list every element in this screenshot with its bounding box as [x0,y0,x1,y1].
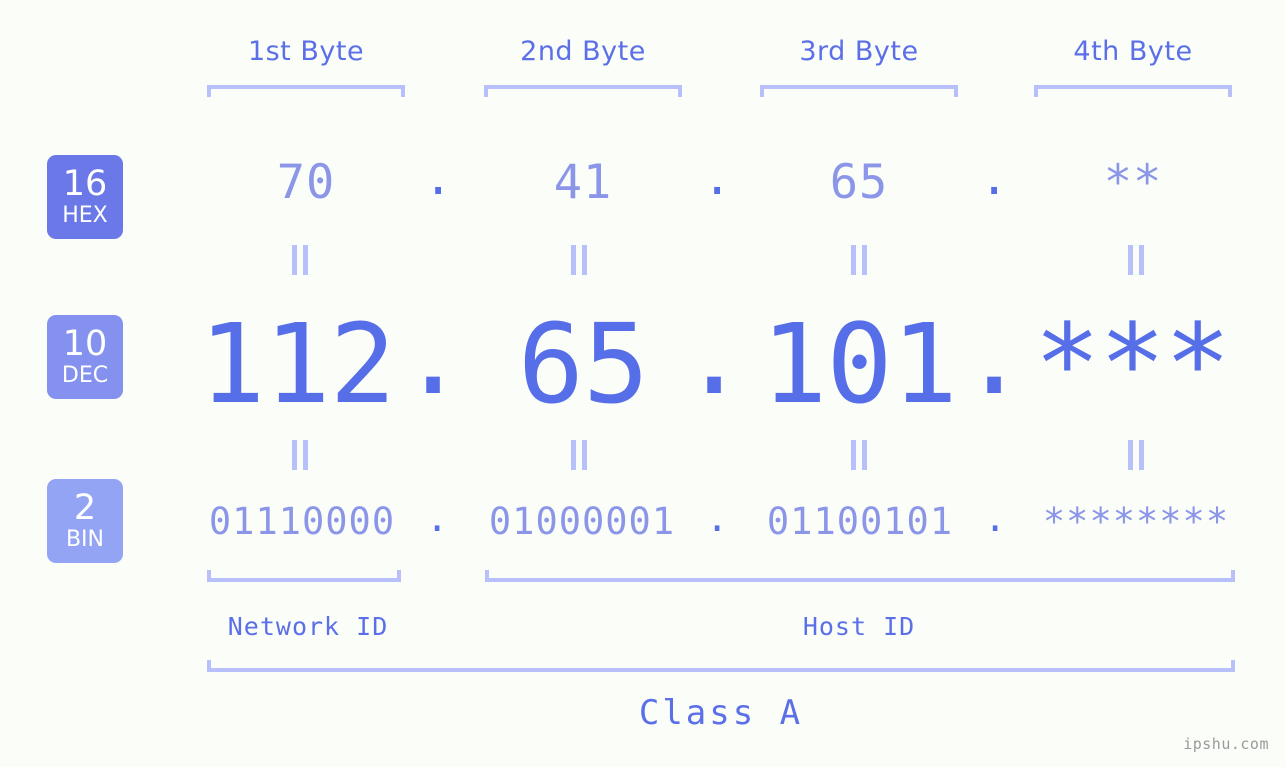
class-bracket [207,660,1235,672]
equals-dec-bin-4 [1128,440,1144,470]
dec-separator-2: . [681,291,748,419]
equals-hex-dec-4 [1128,245,1144,275]
hex-byte-4: ** [1103,155,1163,210]
dec-separator-3: . [961,291,1028,419]
bin-separator-1: . [426,497,449,540]
equals-hex-dec-1 [292,245,308,275]
base-badge-bin: 2 BIN [47,479,123,563]
bin-byte-3: 01100101 [766,500,954,543]
hex-byte-3: 65 [829,155,889,210]
host-id-label: Host ID [802,612,916,641]
byte-bracket-top-3 [760,85,958,97]
network-id-label: Network ID [227,612,389,641]
base-badge-hex-abbr: HEX [62,203,108,228]
bin-separator-3: . [984,497,1007,540]
dec-byte-4: *** [1034,300,1231,428]
base-badge-hex: 16 HEX [47,155,123,239]
dec-separator-1: . [400,291,467,419]
equals-dec-bin-2 [571,440,587,470]
base-badge-dec: 10 DEC [47,315,123,399]
base-badge-hex-number: 16 [62,164,108,204]
dec-byte-3: 101 [761,300,958,428]
hex-separator-2: . [703,151,732,206]
class-label: Class A [638,693,804,733]
equals-dec-bin-3 [851,440,867,470]
dec-byte-2: 65 [517,300,649,428]
watermark: ipshu.com [1183,735,1269,753]
byte-bracket-top-1 [207,85,405,97]
hex-byte-1: 70 [276,155,336,210]
base-badge-dec-number: 10 [62,324,108,364]
hex-byte-2: 41 [553,155,613,210]
byte-header-1: 1st Byte [247,36,365,67]
byte-bracket-top-4 [1034,85,1232,97]
base-badge-bin-number: 2 [73,488,97,528]
host-id-bracket [485,570,1235,582]
dec-byte-1: 112 [199,300,396,428]
byte-header-4: 4th Byte [1073,36,1193,67]
bin-byte-4: ******** [1042,500,1230,543]
equals-hex-dec-2 [571,245,587,275]
equals-hex-dec-3 [851,245,867,275]
bin-byte-2: 01000001 [488,500,676,543]
hex-separator-3: . [980,151,1009,206]
bin-separator-2: . [706,497,729,540]
equals-dec-bin-1 [292,440,308,470]
base-badge-bin-abbr: BIN [65,527,105,552]
hex-separator-1: . [424,151,453,206]
byte-header-2: 2nd Byte [520,36,646,67]
bin-byte-1: 01110000 [208,500,396,543]
network-id-bracket [207,570,401,582]
base-badge-dec-abbr: DEC [61,363,109,388]
byte-header-3: 3rd Byte [799,36,919,67]
ip-breakdown-diagram: 1st Byte 2nd Byte 3rd Byte 4th Byte 16 H… [0,0,1285,767]
byte-bracket-top-2 [484,85,682,97]
